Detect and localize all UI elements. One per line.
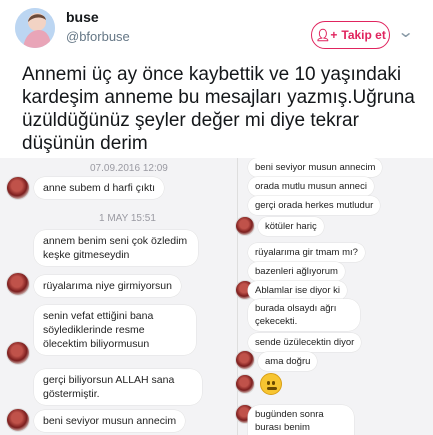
contact-avatar: [6, 176, 30, 200]
message-bubble: bazenleri ağlıyorum: [248, 262, 345, 281]
chat-panel-right: beni seviyor musun annecim orada mutlu m…: [235, 158, 433, 435]
person-add-icon: 👤︎+: [315, 28, 338, 42]
message-bubble: gerçi orada herkes mutludur: [248, 196, 381, 215]
message-bubble: gerçi biliyorsun ALLAH sana göstermiştir…: [34, 369, 202, 405]
message-bubble: rüyalarıma niye girmiyorsun: [34, 275, 181, 297]
message-bubble: ama doğru: [258, 352, 318, 371]
timestamp: 1 MAY 15:51: [99, 213, 156, 224]
message-bubble: burada olsaydı ağrı çekecekti.: [248, 299, 360, 331]
follow-button-label: Takip et: [341, 28, 386, 42]
message-bubble: annem benim seni çok özledim keşke gitme…: [34, 230, 198, 266]
contact-avatar: [6, 272, 30, 296]
message-bubble: senin vefat ettiğini bana söylediklerind…: [34, 305, 196, 355]
message-bubble: beni seviyor musun annecim: [34, 410, 186, 432]
tweet-text: Annemi üç ay önce kaybettik ve 10 yaşınd…: [22, 64, 415, 154]
contact-avatar: [235, 216, 255, 236]
follow-button[interactable]: 👤︎+ Takip et: [311, 21, 390, 49]
chevron-down-icon[interactable]: ⌄: [397, 22, 414, 42]
timestamp: 07.09.2016 12:09: [90, 163, 168, 174]
contact-avatar: [6, 408, 30, 432]
message-bubble: orada mutlu musun anneci: [248, 177, 374, 196]
chat-panel-left: 07.09.2016 12:09 anne subem d harfi çıkt…: [0, 158, 237, 435]
message-bubble: sende üzülecektin diyor: [248, 333, 362, 352]
attached-image[interactable]: 07.09.2016 12:09 anne subem d harfi çıkt…: [0, 158, 433, 435]
user-handle[interactable]: @bforbuse: [66, 29, 130, 44]
contact-avatar: [235, 374, 255, 394]
display-name[interactable]: buse: [66, 9, 99, 25]
message-bubble: beni seviyor musun annecim: [248, 158, 383, 177]
message-bubble: rüyalarıma gir tmam mı?: [248, 243, 365, 262]
message-bubble: Ablamlar ise diyor ki: [248, 281, 347, 300]
contact-avatar: [6, 341, 30, 365]
contact-avatar: [235, 350, 255, 370]
smiley-emoji-icon: [260, 373, 282, 395]
message-bubble: kötüler hariç: [258, 217, 324, 236]
message-bubble: anne subem d harfi çıktı: [34, 177, 165, 199]
profile-avatar[interactable]: [15, 8, 55, 48]
message-bubble: bugünden sonra burası benim günlüğüm: [248, 405, 354, 435]
